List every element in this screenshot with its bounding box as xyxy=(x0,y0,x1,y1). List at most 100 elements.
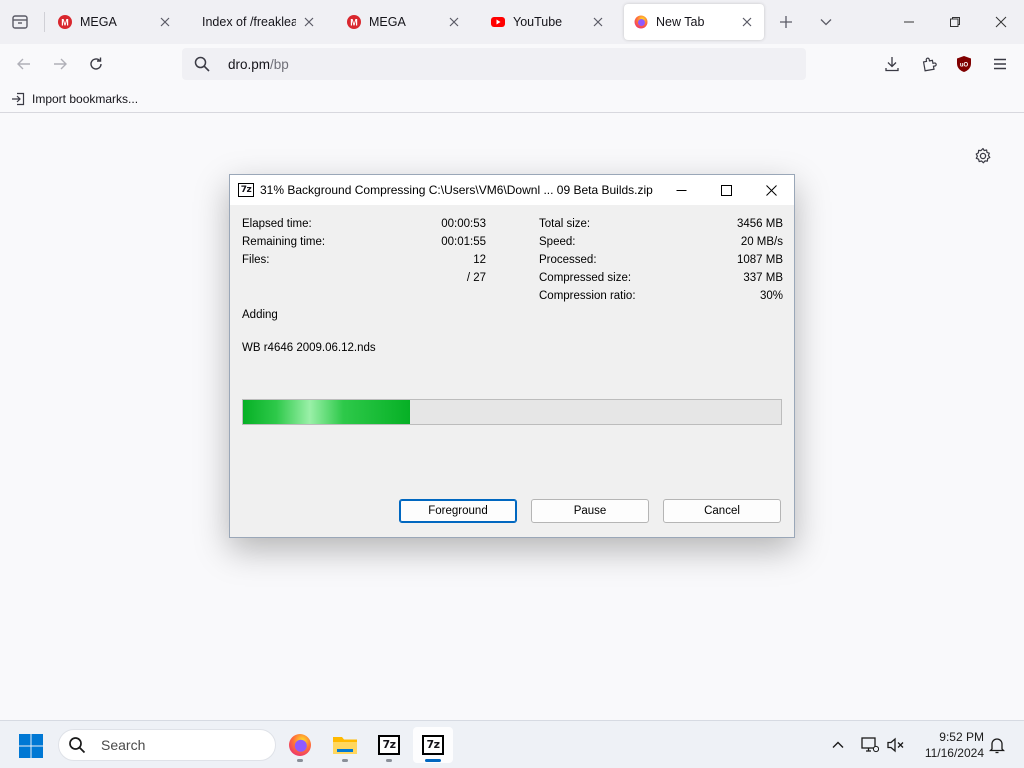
taskbar-app-7zip-progress[interactable]: 7z xyxy=(413,727,453,763)
dialog-minimize-button[interactable] xyxy=(658,175,704,205)
tab-index-freakleak[interactable]: Index of /freakleak/A xyxy=(192,4,326,40)
restore-icon xyxy=(950,17,960,27)
elapsed-time-label: Elapsed time: xyxy=(242,218,312,230)
url-path: /bp xyxy=(270,56,289,72)
hamburger-icon xyxy=(994,58,1006,70)
tab-new-tab[interactable]: New Tab xyxy=(624,4,764,40)
close-window-button[interactable] xyxy=(978,0,1024,44)
total-size-value: 3456 MB xyxy=(736,218,783,230)
search-icon xyxy=(67,735,87,755)
back-button[interactable] xyxy=(10,50,38,78)
forward-button[interactable] xyxy=(46,50,74,78)
speed-value: 20 MB/s xyxy=(740,236,783,248)
files-label: Files: xyxy=(242,254,270,266)
tab-mega-1[interactable]: M MEGA xyxy=(48,4,182,40)
arrow-right-icon xyxy=(54,58,67,70)
compressed-size-value: 337 MB xyxy=(743,272,783,284)
url-bar[interactable]: dro.pm/bp xyxy=(182,48,806,80)
running-indicator xyxy=(297,759,303,762)
close-icon[interactable] xyxy=(302,15,316,29)
restore-button[interactable] xyxy=(932,0,978,44)
compress-progress-dialog: 7z 31% Background Compressing C:\Users\V… xyxy=(229,174,795,538)
volume-button[interactable] xyxy=(884,733,908,757)
tab-title: Index of /freakleak/A xyxy=(202,15,296,29)
notifications-button[interactable] xyxy=(985,733,1009,757)
taskbar-search-placeholder: Search xyxy=(101,737,146,753)
bell-icon xyxy=(989,737,1005,753)
tab-title: MEGA xyxy=(369,15,406,29)
tab-mega-2[interactable]: M MEGA xyxy=(337,4,471,40)
progress-bar-fill xyxy=(243,400,410,424)
import-bookmarks-label: Import bookmarks... xyxy=(32,92,139,106)
list-all-tabs-button[interactable] xyxy=(812,8,840,36)
close-icon[interactable] xyxy=(591,15,605,29)
close-icon[interactable] xyxy=(740,15,754,29)
bookmarks-toolbar: Import bookmarks... xyxy=(0,84,1024,113)
foreground-button[interactable]: Foreground xyxy=(399,499,517,523)
search-icon xyxy=(194,55,212,73)
7zip-icon: 7z xyxy=(378,735,400,755)
show-hidden-icons-button[interactable] xyxy=(826,733,850,757)
dialog-close-button[interactable] xyxy=(748,175,794,205)
minimize-button[interactable] xyxy=(886,0,932,44)
dialog-maximize-button[interactable] xyxy=(703,175,749,205)
remaining-time-value: 00:01:55 xyxy=(441,236,486,248)
taskbar-app-firefox[interactable] xyxy=(280,727,320,763)
close-icon[interactable] xyxy=(158,15,172,29)
taskbar-app-file-explorer[interactable] xyxy=(325,727,365,763)
downloads-button[interactable] xyxy=(878,50,906,78)
speaker-muted-icon xyxy=(887,737,904,753)
7zip-icon: 7z xyxy=(238,183,254,197)
close-icon xyxy=(765,184,777,196)
new-tab-button[interactable] xyxy=(772,8,800,36)
reload-button[interactable] xyxy=(82,50,110,78)
arrow-left-icon xyxy=(17,58,30,70)
taskbar-clock[interactable]: 9:52 PM 11/16/2024 xyxy=(910,729,984,761)
files-value: 12 xyxy=(473,254,486,266)
page-settings-button[interactable] xyxy=(970,143,996,169)
close-icon xyxy=(995,16,1007,28)
firefox-icon xyxy=(289,734,311,756)
firefox-view-button[interactable] xyxy=(6,8,34,36)
taskbar-app-7zip-file-manager[interactable]: 7z xyxy=(369,727,409,763)
svg-text:M: M xyxy=(350,18,358,28)
elapsed-time-value: 00:00:53 xyxy=(441,218,486,230)
svg-text:M: M xyxy=(61,18,69,28)
mega-icon: M xyxy=(347,15,361,29)
ublock-origin-button[interactable]: uO xyxy=(950,50,978,78)
close-icon[interactable] xyxy=(447,15,461,29)
start-button[interactable] xyxy=(18,733,44,759)
firefox-icon xyxy=(634,15,648,29)
minimize-icon xyxy=(904,21,914,23)
tab-youtube[interactable]: YouTube xyxy=(481,4,615,40)
dialog-title: 31% Background Compressing C:\Users\VM6\… xyxy=(260,183,653,197)
status-text: Adding xyxy=(242,309,278,321)
network-icon xyxy=(861,737,879,753)
chevron-down-icon xyxy=(820,19,832,26)
ublock-shield-icon: uO xyxy=(957,56,971,72)
compression-ratio-label: Compression ratio: xyxy=(539,290,636,302)
pause-button[interactable]: Pause xyxy=(531,499,649,523)
cancel-button[interactable]: Cancel xyxy=(663,499,781,523)
navigation-bar: dro.pm/bp uO xyxy=(0,44,1024,84)
running-indicator xyxy=(342,759,348,762)
compression-ratio-value: 30% xyxy=(759,290,783,302)
import-icon xyxy=(10,91,26,107)
url-host: dro.pm xyxy=(228,56,271,72)
chevron-up-icon xyxy=(832,741,844,748)
running-indicator xyxy=(386,759,392,762)
7zip-icon: 7z xyxy=(422,735,444,755)
speed-label: Speed: xyxy=(539,236,576,248)
clock-time: 9:52 PM xyxy=(939,730,984,744)
dialog-titlebar[interactable]: 7z 31% Background Compressing C:\Users\V… xyxy=(230,175,794,205)
windows-taskbar: Search 7z 7z 9:52 PM 11/16/2024 xyxy=(0,720,1024,768)
extensions-button[interactable] xyxy=(915,50,943,78)
network-status-button[interactable] xyxy=(858,733,882,757)
folder-icon xyxy=(333,737,357,754)
current-file-name: WB r4646 2009.06.12.nds xyxy=(242,342,376,354)
app-menu-button[interactable] xyxy=(986,50,1014,78)
import-bookmarks-button[interactable]: Import bookmarks... xyxy=(10,89,138,109)
mega-icon: M xyxy=(58,15,72,29)
taskbar-search-box[interactable]: Search xyxy=(58,729,276,761)
svg-text:uO: uO xyxy=(960,63,969,69)
